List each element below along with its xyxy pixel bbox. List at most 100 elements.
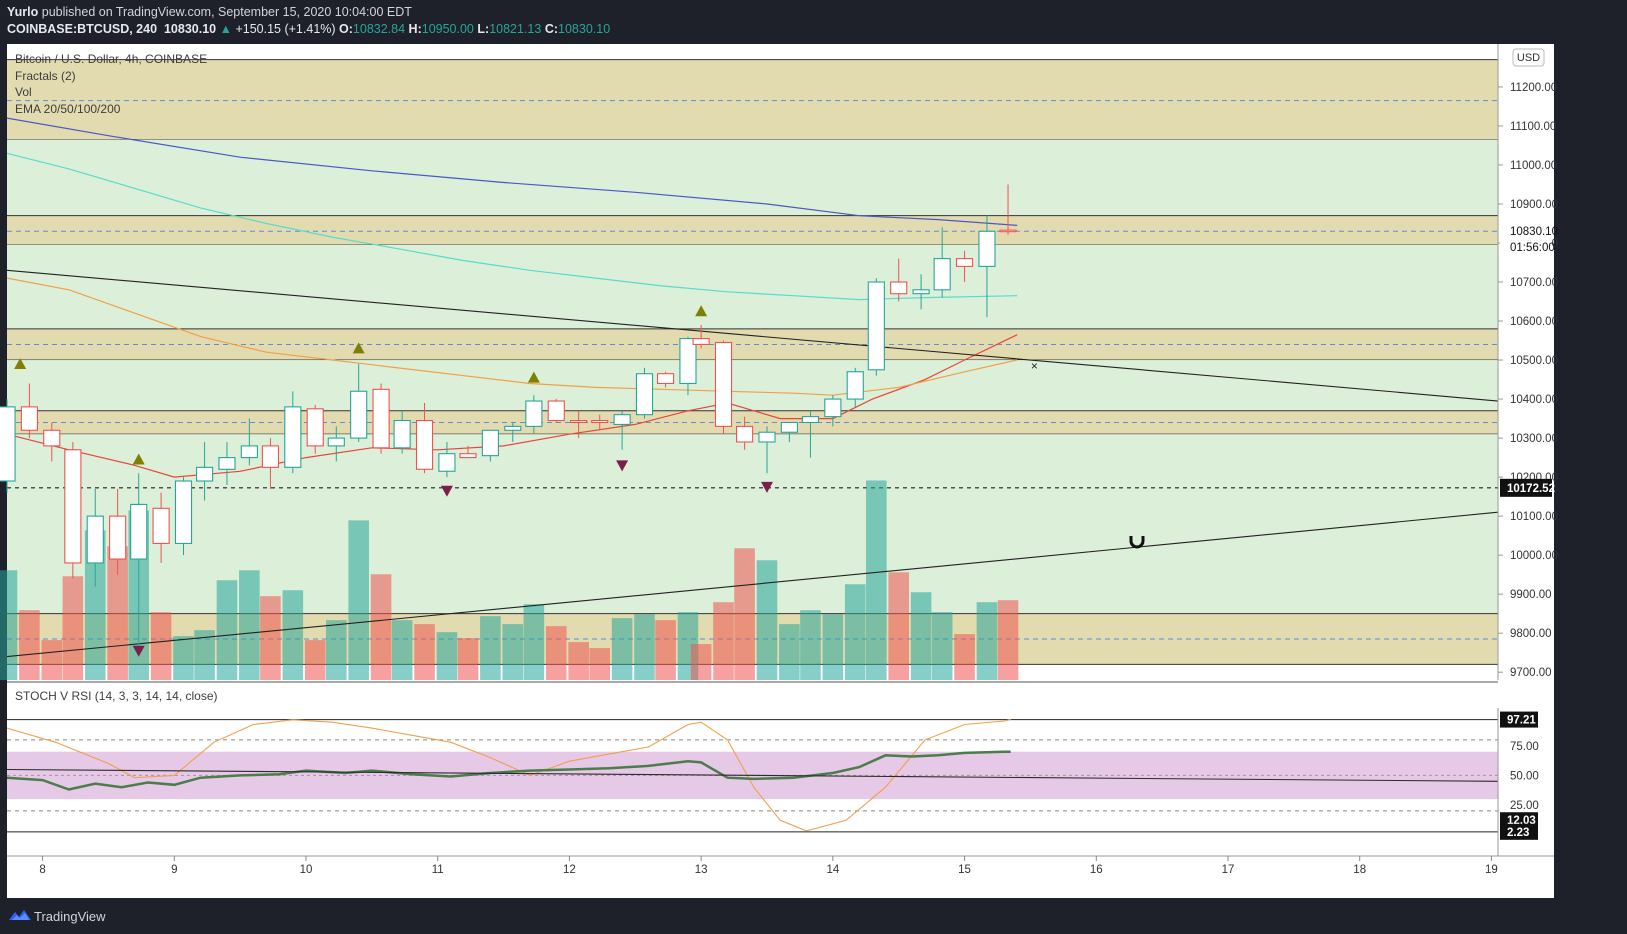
author-name[interactable]: Yurlo <box>7 5 38 19</box>
candle-body[interactable] <box>372 388 390 449</box>
candle-body[interactable] <box>284 406 302 468</box>
candle-body[interactable] <box>547 400 565 422</box>
chart-canvas[interactable]: × USD 9700.00 9800.00 9900.00 10000.00 10100.… <box>0 0 1627 934</box>
close-label: C: <box>544 22 559 36</box>
volume-bar <box>800 610 821 680</box>
price-tick-label: 10900.00 <box>1510 199 1558 211</box>
time-tick-label: 13 <box>695 864 708 876</box>
candle-body[interactable] <box>240 445 258 459</box>
tradingview-snapshot: { "header": { "author": "Yurlo", "publis… <box>0 0 1627 934</box>
candle-body[interactable] <box>679 338 697 385</box>
candle-body[interactable] <box>438 453 456 472</box>
zone-band <box>7 215 1498 245</box>
time-tick-label: 11 <box>432 864 444 876</box>
candle-body[interactable] <box>955 258 974 267</box>
time-tick-label: 16 <box>1090 864 1103 876</box>
candle-body[interactable] <box>459 453 477 459</box>
candle-body[interactable] <box>64 449 82 564</box>
volume-bar <box>348 520 369 680</box>
legend-fractals[interactable]: Fractals (2) <box>15 69 76 83</box>
candle-body[interactable] <box>0 406 16 482</box>
volume-bar <box>822 614 844 680</box>
candle-body[interactable] <box>152 507 170 544</box>
volume-bar <box>866 480 887 680</box>
candle-body[interactable] <box>415 419 434 470</box>
current-price-label: 10830.10 <box>1510 226 1558 238</box>
candle-body[interactable] <box>350 390 368 439</box>
legend-ema[interactable]: EMA 20/50/100/200 <box>15 102 120 116</box>
price-tick-label: 11200.00 <box>1510 82 1557 94</box>
candle-body[interactable] <box>933 258 951 291</box>
candle-body[interactable] <box>999 229 1017 233</box>
candle-body[interactable] <box>613 414 631 425</box>
candle-body[interactable] <box>912 289 930 295</box>
legend-title[interactable]: Bitcoin / U.S. Dollar, 4h, COINBASE <box>15 52 207 66</box>
candle-body[interactable] <box>504 425 522 431</box>
candle-body[interactable] <box>261 445 280 468</box>
volume-bar <box>523 604 545 680</box>
price-tick-label: 10600.00 <box>1510 316 1558 328</box>
volume-bar <box>304 640 326 680</box>
candle-body[interactable] <box>570 419 588 424</box>
candle-body[interactable] <box>109 515 127 560</box>
candle-body[interactable] <box>86 515 104 564</box>
low-value: 10821.13 <box>489 22 542 36</box>
candle-body[interactable] <box>801 416 820 424</box>
candle-body[interactable] <box>525 400 543 427</box>
change-value: +150.15 (+1.41%) <box>235 22 336 36</box>
candle-body[interactable] <box>43 429 61 447</box>
candle-body[interactable] <box>635 373 654 416</box>
volume-bar <box>655 620 676 680</box>
price-tick-label: 9900.00 <box>1510 589 1552 601</box>
candle-body[interactable] <box>306 408 324 447</box>
candle-body[interactable] <box>327 437 345 447</box>
candle-body[interactable] <box>20 406 38 431</box>
candle-body[interactable] <box>714 341 733 427</box>
candle-body[interactable] <box>692 338 710 345</box>
legend-vol[interactable]: Vol <box>15 85 32 99</box>
candle-body[interactable] <box>780 421 798 433</box>
candle-body[interactable] <box>824 398 842 418</box>
volume-bar <box>568 642 589 680</box>
price-tick-label: 10400.00 <box>1510 394 1558 406</box>
time-tick-label: 18 <box>1353 864 1366 876</box>
candle-body[interactable] <box>846 371 864 400</box>
volume-bar <box>545 626 567 680</box>
candle-body[interactable] <box>890 281 908 295</box>
volume-bar <box>713 602 734 680</box>
candle-body[interactable] <box>656 373 675 385</box>
candle-body[interactable] <box>130 503 148 560</box>
up-arrow-icon: ▲ <box>219 22 232 36</box>
currency-label: USD <box>1517 52 1540 64</box>
candle-body[interactable] <box>481 429 499 457</box>
tradingview-brand[interactable]: TradingView <box>34 909 106 924</box>
volume-bar <box>888 572 910 680</box>
volume-bar <box>690 644 712 680</box>
candle-body[interactable] <box>218 457 236 470</box>
price-tick-label: 9800.00 <box>1510 628 1552 640</box>
volume-bar <box>62 576 84 680</box>
symbol-label[interactable]: COINBASE:BTCUSD, 240 <box>7 22 157 36</box>
legend-stoch[interactable]: STOCH V RSI (14, 3, 3, 14, 14, close) <box>15 689 218 703</box>
candle-body[interactable] <box>978 230 996 267</box>
candle-body[interactable] <box>867 281 885 371</box>
candle-body[interactable] <box>195 466 214 482</box>
stoch-tick-label: 25.00 <box>1510 800 1539 812</box>
time-axis[interactable] <box>7 856 1554 898</box>
publish-header: Yurlo published on TradingView.com, Sept… <box>0 0 1627 44</box>
candle-body[interactable] <box>591 419 609 424</box>
candle-body[interactable] <box>393 419 411 449</box>
candle-body[interactable] <box>736 425 754 443</box>
volume-bar <box>779 624 800 680</box>
volume-bar <box>260 596 281 680</box>
zone-band <box>7 360 1498 411</box>
volume-bar <box>173 636 194 680</box>
stoch-tick-label: 50.00 <box>1510 770 1539 782</box>
candle-body[interactable] <box>174 480 193 544</box>
published-text: published on TradingView.com, September … <box>41 5 412 19</box>
marker-price-label: 10172.52 <box>1507 483 1555 495</box>
tradingview-logo-icon[interactable] <box>8 907 32 923</box>
volume-bar <box>391 620 413 680</box>
zone-band <box>7 244 1498 329</box>
candle-body[interactable] <box>758 431 776 443</box>
